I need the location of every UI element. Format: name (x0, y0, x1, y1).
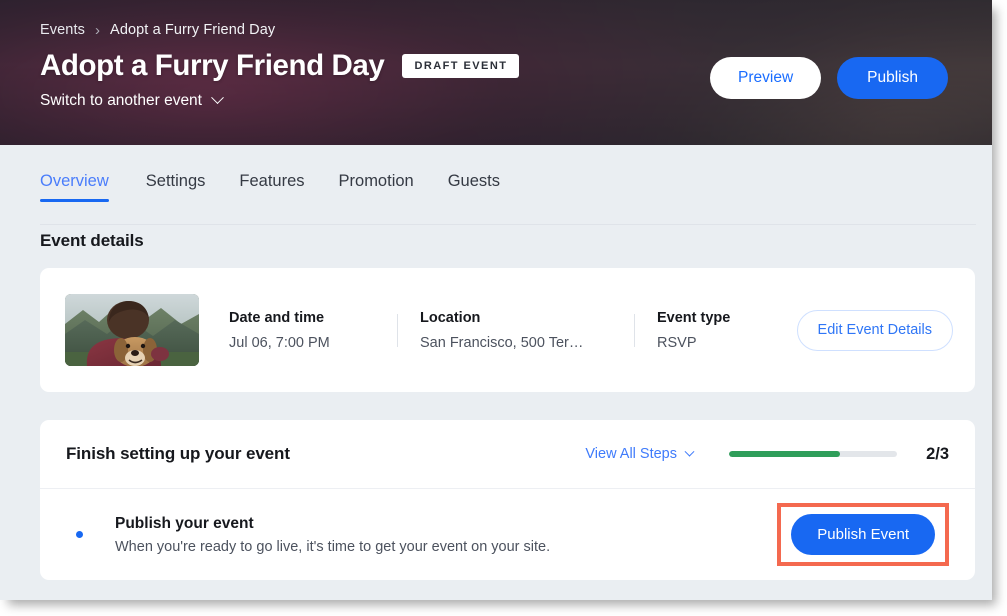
tab-list: Overview Settings Features Promotion Gue… (40, 145, 952, 213)
step-title: Publish your event (115, 514, 254, 532)
edit-event-details-button[interactable]: Edit Event Details (796, 309, 953, 351)
tab-label: Guests (447, 172, 500, 190)
detail-value: RSVP (657, 334, 697, 351)
page-title: Adopt a Furry Friend Day (40, 49, 385, 82)
detail-label: Location (420, 309, 481, 326)
event-thumbnail-image (65, 294, 199, 366)
step-description: When you're ready to go live, it's time … (115, 538, 551, 555)
event-header-banner: Events › Adopt a Furry Friend Day Adopt … (0, 0, 992, 145)
breadcrumb-item-current: Adopt a Furry Friend Day (110, 22, 276, 38)
tab-guests[interactable]: Guests (431, 145, 517, 190)
publish-event-button[interactable]: Publish Event (791, 514, 935, 555)
event-setup-card: Finish setting up your event View All St… (40, 420, 975, 580)
detail-value: San Francisco, 500 Ter… (420, 334, 584, 351)
tab-bar-divider (40, 224, 976, 225)
publish-event-highlight-box: Publish Event (777, 503, 949, 566)
step-text-block: Publish your event When you're ready to … (115, 515, 550, 555)
header-actions: Preview Publish (710, 57, 948, 99)
tab-settings[interactable]: Settings (129, 145, 223, 190)
setup-progress-count: 2/3 (926, 444, 949, 463)
event-details-card: Date and time Jul 06, 7:00 PM Location S… (40, 268, 975, 392)
tab-label: Features (239, 172, 305, 190)
application-window: Events › Adopt a Furry Friend Day Adopt … (0, 0, 992, 600)
breadcrumb-item-events[interactable]: Events (40, 22, 85, 38)
detail-event-type: Event type RSVP (635, 310, 785, 351)
detail-label: Event type (657, 309, 731, 326)
setup-progress-fill (729, 451, 840, 457)
chevron-right-icon: › (94, 21, 101, 39)
detail-value: Jul 06, 7:00 PM (229, 334, 330, 351)
page-section-heading: Event details (40, 231, 144, 250)
setup-title: Finish setting up your event (66, 444, 290, 463)
chevron-down-icon (684, 446, 695, 457)
tab-promotion[interactable]: Promotion (322, 145, 431, 190)
view-all-steps-label: View All Steps (585, 445, 677, 462)
setup-header-row: Finish setting up your event View All St… (40, 420, 975, 489)
view-all-steps-toggle[interactable]: View All Steps (585, 445, 695, 462)
preview-button[interactable]: Preview (710, 57, 822, 99)
detail-location: Location San Francisco, 500 Ter… (398, 310, 634, 351)
detail-label: Date and time (229, 309, 325, 326)
event-detail-fields: Date and time Jul 06, 7:00 PM Location S… (229, 309, 953, 351)
tab-label: Settings (145, 172, 206, 190)
detail-date-and-time: Date and time Jul 06, 7:00 PM (229, 310, 397, 351)
step-status-dot-icon (76, 531, 83, 538)
tab-bar: Overview Settings Features Promotion Gue… (0, 145, 992, 225)
setup-progress-bar (729, 451, 897, 457)
publish-button[interactable]: Publish (837, 57, 948, 99)
main-content: Event details Date and time Jul 06, 7:00… (0, 213, 992, 580)
tab-features[interactable]: Features (222, 145, 321, 190)
tab-label: Promotion (338, 172, 414, 190)
chevron-down-icon (211, 91, 224, 105)
tab-overview[interactable]: Overview (40, 145, 129, 201)
switch-event-dropdown[interactable]: Switch to another event (40, 91, 224, 110)
tab-label: Overview (40, 172, 109, 190)
setup-step-row: Publish your event When you're ready to … (40, 489, 975, 580)
breadcrumb: Events › Adopt a Furry Friend Day (40, 22, 992, 38)
status-badge: DRAFT EVENT (402, 54, 520, 79)
switch-event-label: Switch to another event (40, 91, 202, 109)
